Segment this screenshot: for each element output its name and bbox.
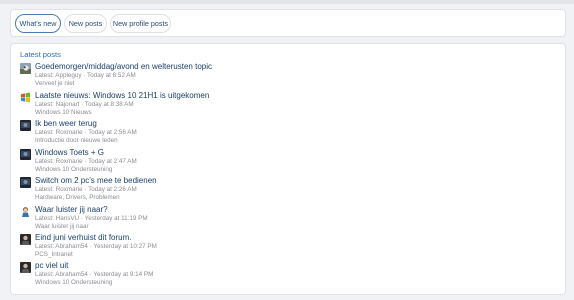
post-meta[interactable]: Latest: Abraham54 · Yesterday at 9:14 PM bbox=[35, 271, 153, 278]
windows-logo-avatar[interactable] bbox=[20, 92, 31, 103]
post-meta[interactable]: Latest: Abraham54 · Yesterday at 10:27 P… bbox=[35, 243, 157, 250]
post-forum-link[interactable]: Verveel je niet bbox=[35, 80, 75, 87]
post-forum-link[interactable]: PCS_Intranet bbox=[35, 251, 73, 258]
latest-posts-widget: Latest posts Goedemorgen/middag/avond en… bbox=[10, 43, 566, 295]
post-meta[interactable]: Latest: Appleguy · Today at 8:52 AM bbox=[35, 72, 136, 79]
top-header-strip bbox=[0, 0, 574, 4]
tab-whats-new[interactable]: What's new bbox=[15, 14, 61, 33]
list-item: Goedemorgen/middag/avond en welterusten … bbox=[20, 62, 550, 89]
feed-tabs-bar: What's new New posts New profile posts bbox=[10, 9, 566, 37]
post-meta[interactable]: Latest: Roxmarie · Today at 2:26 AM bbox=[35, 186, 137, 193]
post-title-link[interactable]: Goedemorgen/middag/avond en welterusten … bbox=[35, 62, 212, 71]
dark-photo-avatar[interactable] bbox=[20, 149, 31, 160]
post-title-link[interactable]: Waar luister jij naar? bbox=[35, 205, 108, 214]
post-title-link[interactable]: Laatste nieuws: Windows 10 21H1 is uitge… bbox=[35, 91, 209, 100]
post-meta[interactable]: Latest: Roxmarie · Today at 2:47 AM bbox=[35, 158, 137, 165]
latest-posts-heading[interactable]: Latest posts bbox=[20, 50, 61, 59]
post-title-link[interactable]: Switch om 2 pc's mee te bedienen bbox=[35, 176, 157, 185]
post-title-link[interactable]: Windows Toets + G bbox=[35, 148, 104, 157]
bird-photo-avatar[interactable] bbox=[20, 63, 31, 74]
list-item: Waar luister jij naar? Latest: HansVU · … bbox=[20, 205, 550, 232]
post-title-link[interactable]: Eind juni verhuist dit forum. bbox=[35, 233, 132, 242]
post-forum-link[interactable]: Windows 10 Ondersteuning bbox=[35, 279, 112, 286]
post-forum-link[interactable]: Waar luister jij naar bbox=[35, 223, 89, 230]
cartoon-avatar[interactable] bbox=[20, 206, 31, 217]
list-item: Windows Toets + G Latest: Roxmarie · Tod… bbox=[20, 148, 550, 175]
list-item: pc viel uit Latest: Abraham54 · Yesterda… bbox=[20, 261, 550, 288]
post-forum-link[interactable]: Introductie door nieuwe leden bbox=[35, 137, 118, 144]
dark-photo-avatar[interactable] bbox=[20, 120, 31, 131]
post-forum-link[interactable]: Windows 10 Ondersteuning bbox=[35, 166, 112, 173]
list-item: Ik ben weer terug Latest: Roxmarie · Tod… bbox=[20, 119, 550, 146]
list-item: Switch om 2 pc's mee te bedienen Latest:… bbox=[20, 176, 550, 203]
tab-new-posts[interactable]: New posts bbox=[64, 14, 107, 33]
post-forum-link[interactable]: Windows 10 Nieuws bbox=[35, 109, 92, 116]
post-title-link[interactable]: Ik ben weer terug bbox=[35, 119, 97, 128]
post-meta[interactable]: Latest: HansVU · Yesterday at 11:19 PM bbox=[35, 215, 148, 222]
tab-new-profile-posts[interactable]: New profile posts bbox=[110, 14, 171, 33]
list-item: Laatste nieuws: Windows 10 21H1 is uitge… bbox=[20, 91, 550, 118]
portrait-avatar[interactable] bbox=[20, 262, 31, 273]
portrait-avatar[interactable] bbox=[20, 234, 31, 245]
list-item: Eind juni verhuist dit forum. Latest: Ab… bbox=[20, 233, 550, 260]
dark-photo-avatar[interactable] bbox=[20, 177, 31, 188]
post-forum-link[interactable]: Hardware, Drivers, Problemen bbox=[35, 194, 120, 201]
post-meta[interactable]: Latest: Roxmarie · Today at 2:56 AM bbox=[35, 129, 137, 136]
post-title-link[interactable]: pc viel uit bbox=[35, 261, 68, 270]
post-meta[interactable]: Latest: Najonart · Today at 8:38 AM bbox=[35, 101, 134, 108]
